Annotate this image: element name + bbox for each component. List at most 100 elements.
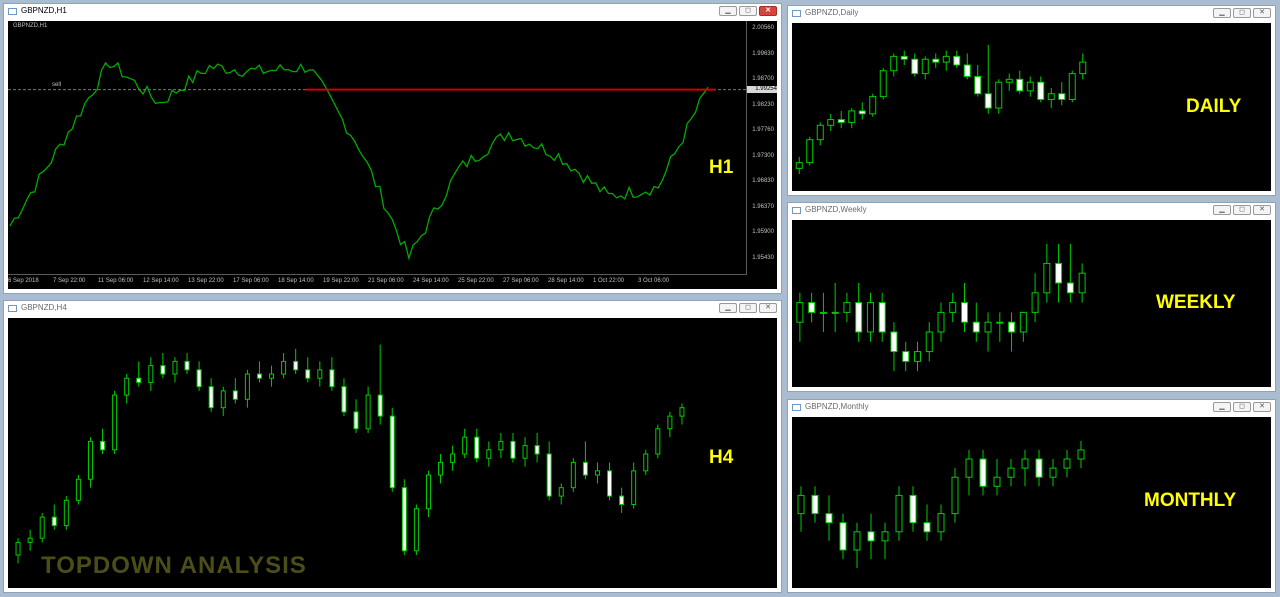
candle-body bbox=[825, 513, 833, 524]
candle-body bbox=[425, 474, 431, 510]
title-bar[interactable]: GBPNZD,Monthly ▁ ◻ ✕ bbox=[788, 400, 1275, 416]
time-tick-label: 18 Sep 14:00 bbox=[278, 278, 314, 284]
restore-button[interactable]: ◻ bbox=[1233, 8, 1251, 18]
price-tick-label: 1.95430 bbox=[752, 255, 774, 261]
candle-body bbox=[839, 522, 847, 551]
candle-body bbox=[993, 476, 1001, 487]
candle-body bbox=[923, 522, 931, 533]
time-tick-label: 3 Oct 06:00 bbox=[638, 278, 670, 284]
candle-body bbox=[389, 415, 395, 489]
candle-body bbox=[184, 360, 190, 371]
candle-body bbox=[1016, 78, 1024, 92]
candle-body bbox=[486, 449, 492, 459]
candle-body bbox=[570, 461, 576, 489]
monthly-chart-area[interactable]: MONTHLY bbox=[792, 417, 1271, 588]
watermark-text: TOPDOWN ANALYSIS bbox=[41, 552, 307, 579]
minimize-button[interactable]: ▁ bbox=[719, 303, 737, 313]
monthly-chart-window[interactable]: GBPNZD,Monthly ▁ ◻ ✕ MONTHLY bbox=[787, 399, 1276, 593]
weekly-chart-area[interactable]: WEEKLY bbox=[792, 220, 1271, 387]
price-tick-label: 1.96370 bbox=[752, 203, 774, 210]
candle-body bbox=[795, 162, 803, 169]
candle-body bbox=[1021, 458, 1029, 469]
h1-chart-window[interactable]: GBPNZD,H1 ▁ ◻ ✕ GBPNZD,H1 2.00560 1.99630… bbox=[3, 3, 782, 294]
price-tick-label: 1.97300 bbox=[752, 152, 774, 159]
candle-body bbox=[858, 110, 866, 115]
minimize-button[interactable]: ▁ bbox=[1213, 402, 1231, 412]
h4-candlestick-chart bbox=[15, 344, 685, 564]
candle-body bbox=[232, 390, 238, 400]
time-tick-label: 24 Sep 14:00 bbox=[413, 278, 449, 284]
candle-body bbox=[667, 415, 673, 430]
restore-button[interactable]: ◻ bbox=[739, 6, 757, 16]
candle-body bbox=[1068, 73, 1076, 100]
candle-body bbox=[220, 390, 226, 409]
candle-body bbox=[124, 377, 130, 396]
daily-chart-area[interactable]: DAILY bbox=[792, 23, 1271, 191]
close-icon: ✕ bbox=[1259, 206, 1265, 213]
h4-chart-area[interactable]: H4 TOPDOWN ANALYSIS bbox=[8, 318, 777, 588]
candle-body bbox=[837, 119, 845, 123]
weekly-chart-window[interactable]: GBPNZD,Weekly ▁ ◻ ✕ WEEKLY bbox=[787, 202, 1276, 392]
restore-icon: ◻ bbox=[1239, 403, 1245, 410]
title-bar[interactable]: GBPNZD,H4 ▁ ◻ ✕ bbox=[4, 301, 781, 317]
price-tick-label: 1.99630 bbox=[752, 50, 774, 57]
candle-body bbox=[937, 311, 945, 333]
candle-body bbox=[925, 331, 933, 353]
candle-body bbox=[401, 487, 407, 552]
daily-chart-window[interactable]: GBPNZD,Daily ▁ ◻ ✕ DAILY bbox=[787, 5, 1276, 196]
minimize-button[interactable]: ▁ bbox=[1213, 8, 1231, 18]
candle-body bbox=[534, 445, 540, 455]
title-bar[interactable]: GBPNZD,Daily ▁ ◻ ✕ bbox=[788, 6, 1275, 22]
candle-body bbox=[811, 494, 819, 515]
time-tick-label: 13 Sep 22:00 bbox=[188, 278, 224, 284]
restore-button[interactable]: ◻ bbox=[739, 303, 757, 313]
time-tick-label: 7 Sep 22:00 bbox=[53, 278, 86, 284]
candle-body bbox=[972, 321, 980, 333]
candle-body bbox=[305, 369, 311, 379]
candle-body bbox=[961, 302, 969, 323]
candle-body bbox=[979, 458, 987, 487]
title-bar[interactable]: GBPNZD,Weekly ▁ ◻ ✕ bbox=[788, 203, 1275, 219]
candle-body bbox=[953, 55, 961, 66]
restore-button[interactable]: ◻ bbox=[1233, 402, 1251, 412]
candle-body bbox=[902, 351, 910, 362]
price-tick-label: 1.95900 bbox=[752, 229, 774, 236]
candle-body bbox=[796, 302, 804, 323]
candle-body bbox=[655, 428, 661, 455]
time-scale[interactable]: 6 Sep 2018 7 Sep 22:00 11 Sep 06:00 12 Sep … bbox=[8, 274, 747, 289]
candle-body bbox=[869, 96, 877, 115]
candle-body bbox=[797, 494, 805, 515]
minimize-icon: ▁ bbox=[725, 304, 731, 311]
candle-body bbox=[100, 440, 106, 451]
price-scale[interactable]: 2.00560 1.99630 1.98700 1.98230 1.97760 1.973… bbox=[746, 21, 777, 275]
close-button[interactable]: ✕ bbox=[1253, 205, 1271, 215]
candle-body bbox=[546, 453, 552, 497]
close-button[interactable]: ✕ bbox=[759, 303, 777, 313]
time-tick-label: 21 Sep 06:00 bbox=[368, 278, 404, 284]
candle-body bbox=[377, 394, 383, 417]
candle-body bbox=[911, 58, 919, 75]
timeframe-label: WEEKLY bbox=[1156, 292, 1236, 313]
minimize-button[interactable]: ▁ bbox=[1213, 205, 1231, 215]
candle-body bbox=[293, 360, 299, 371]
time-tick-label: 17 Sep 06:00 bbox=[233, 278, 269, 284]
h1-chart-area[interactable]: GBPNZD,H1 2.00560 1.99630 1.98700 1.98230 1.… bbox=[8, 21, 777, 289]
candle-body bbox=[878, 302, 886, 333]
close-button[interactable]: ✕ bbox=[759, 6, 777, 16]
title-bar[interactable]: GBPNZD,H1 ▁ ◻ ✕ bbox=[4, 4, 781, 20]
restore-icon: ◻ bbox=[1239, 206, 1245, 213]
candle-body bbox=[963, 64, 971, 77]
candle-body bbox=[474, 436, 480, 459]
close-button[interactable]: ✕ bbox=[1253, 402, 1271, 412]
candle-body bbox=[365, 394, 371, 430]
timeframe-label: H1 bbox=[709, 157, 734, 178]
time-tick-label: 28 Sep 14:00 bbox=[548, 278, 584, 284]
restore-button[interactable]: ◻ bbox=[1233, 205, 1251, 215]
close-button[interactable]: ✕ bbox=[1253, 8, 1271, 18]
minimize-button[interactable]: ▁ bbox=[719, 6, 737, 16]
h4-chart-window[interactable]: GBPNZD,H4 ▁ ◻ ✕ H4 TOPDOWN ANALYSIS bbox=[3, 300, 782, 593]
candle-body bbox=[15, 541, 21, 556]
candle-body bbox=[1079, 61, 1087, 75]
window-title: GBPNZD,H4 bbox=[21, 303, 67, 312]
candle-body bbox=[1007, 467, 1015, 478]
